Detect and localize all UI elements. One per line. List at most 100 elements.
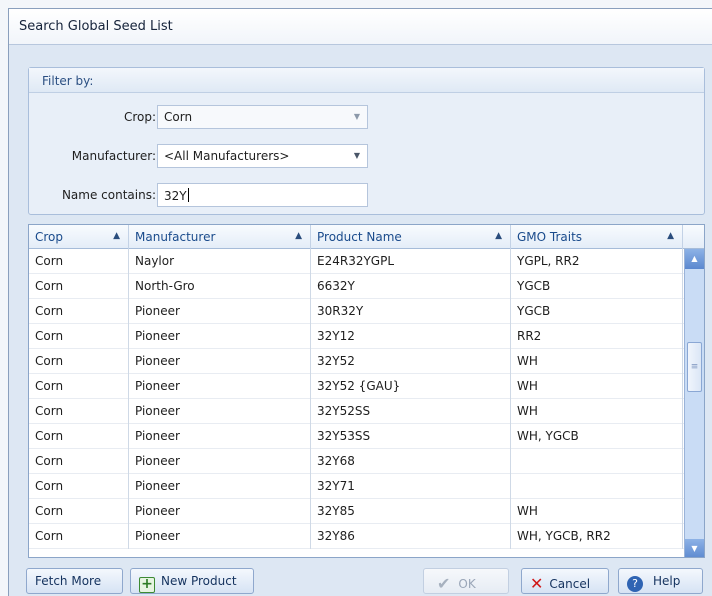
vertical-scrollbar[interactable]: ▲ ≡ ▼ — [684, 249, 704, 557]
cancel-label: Cancel — [549, 577, 591, 591]
manufacturer-select[interactable]: <All Manufacturers> ▼ — [157, 144, 368, 168]
cell-gmo-traits: WH — [511, 499, 683, 524]
cell-crop: Corn — [29, 399, 129, 424]
cell-manufacturer: Pioneer — [129, 424, 311, 449]
table-row[interactable]: Corn Pioneer 32Y86 WH, YGCB, RR2 — [29, 524, 685, 549]
filter-panel: Filter by: Crop: Corn ▼ Manufacturer: <A… — [28, 67, 705, 215]
crop-select[interactable]: Corn ▼ — [157, 105, 368, 129]
search-seed-dialog: Search Global Seed List Filter by: Crop:… — [8, 8, 712, 596]
fetch-more-label: Fetch More — [35, 574, 102, 588]
cell-manufacturer: Pioneer — [129, 374, 311, 399]
column-header-label: Manufacturer — [135, 230, 216, 244]
table-row[interactable]: Corn Pioneer 32Y52 {GAU} WH — [29, 374, 685, 399]
cell-gmo-traits: WH, YGCB — [511, 424, 683, 449]
manufacturer-label: Manufacturer: — [71, 149, 156, 163]
cell-manufacturer: Pioneer — [129, 324, 311, 349]
cell-manufacturer: Naylor — [129, 249, 311, 274]
cell-gmo-traits: YGPL, RR2 — [511, 249, 683, 274]
manufacturer-row: Manufacturer: — [29, 144, 156, 168]
cell-crop: Corn — [29, 524, 129, 549]
grid-header: Crop ▲ Manufacturer ▲ Product Name ▲ GMO… — [29, 225, 704, 249]
cell-manufacturer: Pioneer — [129, 449, 311, 474]
cancel-button[interactable]: ✕ Cancel — [521, 568, 609, 594]
scroll-up-button[interactable]: ▲ — [685, 249, 704, 269]
column-header-gmo-traits[interactable]: GMO Traits ▲ — [511, 225, 683, 249]
sort-ascending-icon: ▲ — [667, 231, 674, 241]
cell-gmo-traits: YGCB — [511, 299, 683, 324]
text-caret — [187, 188, 189, 202]
column-header-product-name[interactable]: Product Name ▲ — [311, 225, 511, 249]
scroll-down-button[interactable]: ▼ — [685, 539, 704, 557]
name-row: Name contains: — [29, 183, 156, 207]
cell-crop: Corn — [29, 499, 129, 524]
cell-crop: Corn — [29, 474, 129, 499]
filter-header: Filter by: — [29, 68, 704, 93]
cell-crop: Corn — [29, 249, 129, 274]
cell-product-name: 32Y85 — [311, 499, 511, 524]
column-header-crop[interactable]: Crop ▲ — [29, 225, 129, 249]
crop-label: Crop: — [123, 110, 156, 124]
cell-product-name: 32Y52 {GAU} — [311, 374, 511, 399]
close-icon: ✕ — [530, 574, 544, 593]
table-row[interactable]: Corn Pioneer 32Y12 RR2 — [29, 324, 685, 349]
cell-gmo-traits: RR2 — [511, 324, 683, 349]
table-row[interactable]: Corn Pioneer 32Y52SS WH — [29, 399, 685, 424]
table-row[interactable]: Corn Pioneer 32Y68 — [29, 449, 685, 474]
table-row[interactable]: Corn Pioneer 30R32Y YGCB — [29, 299, 685, 324]
name-contains-input[interactable]: 32Y — [157, 183, 368, 207]
help-icon: ? — [627, 576, 643, 592]
column-header-label: GMO Traits — [517, 230, 583, 244]
cell-gmo-traits: WH — [511, 349, 683, 374]
cell-product-name: 32Y52 — [311, 349, 511, 374]
ok-button[interactable]: ✔ OK — [423, 568, 509, 594]
table-row[interactable]: Corn North-Gro 6632Y YGCB — [29, 274, 685, 299]
column-header-manufacturer[interactable]: Manufacturer ▲ — [129, 225, 311, 249]
column-header-label: Crop — [35, 230, 64, 244]
fetch-more-button[interactable]: Fetch More — [26, 568, 123, 594]
table-row[interactable]: Corn Pioneer 32Y53SS WH, YGCB — [29, 424, 685, 449]
cell-crop: Corn — [29, 424, 129, 449]
cell-crop: Corn — [29, 299, 129, 324]
scroll-thumb[interactable]: ≡ — [687, 342, 702, 392]
cell-crop: Corn — [29, 374, 129, 399]
help-button[interactable]: ? Help — [618, 568, 703, 594]
sort-ascending-icon: ▲ — [113, 231, 120, 241]
table-row[interactable]: Corn Pioneer 32Y85 WH — [29, 499, 685, 524]
cell-crop: Corn — [29, 274, 129, 299]
dialog-title: Search Global Seed List — [19, 19, 173, 34]
title-bar: Search Global Seed List — [9, 9, 712, 45]
cell-manufacturer: North-Gro — [129, 274, 311, 299]
cell-product-name: 32Y12 — [311, 324, 511, 349]
cell-gmo-traits: YGCB — [511, 274, 683, 299]
cell-product-name: 6632Y — [311, 274, 511, 299]
crop-row: Crop: — [29, 105, 156, 129]
cell-manufacturer: Pioneer — [129, 299, 311, 324]
name-contains-value: 32Y — [164, 189, 187, 203]
crop-select-value: Corn — [164, 110, 193, 124]
table-row[interactable]: Corn Pioneer 32Y52 WH — [29, 349, 685, 374]
checkmark-icon: ✔ — [437, 574, 451, 593]
chevron-down-icon: ▼ — [353, 112, 360, 121]
seed-results-grid: Crop ▲ Manufacturer ▲ Product Name ▲ GMO… — [28, 224, 705, 558]
cell-manufacturer: Pioneer — [129, 474, 311, 499]
add-product-icon: + — [139, 577, 155, 593]
sort-ascending-icon: ▲ — [295, 231, 302, 241]
sort-ascending-icon: ▲ — [495, 231, 502, 241]
cell-gmo-traits: WH, YGCB, RR2 — [511, 524, 683, 549]
cell-product-name: 32Y52SS — [311, 399, 511, 424]
manufacturer-select-value: <All Manufacturers> — [164, 149, 290, 163]
table-row[interactable]: Corn Naylor E24R32YGPL YGPL, RR2 — [29, 249, 685, 274]
cell-product-name: E24R32YGPL — [311, 249, 511, 274]
cell-manufacturer: Pioneer — [129, 499, 311, 524]
cell-crop: Corn — [29, 349, 129, 374]
new-product-button[interactable]: + New Product — [130, 568, 254, 594]
cell-gmo-traits — [511, 449, 683, 474]
cell-manufacturer: Pioneer — [129, 349, 311, 374]
cell-gmo-traits — [511, 474, 683, 499]
table-row[interactable]: Corn Pioneer 32Y71 — [29, 474, 685, 499]
cell-crop: Corn — [29, 324, 129, 349]
cell-crop: Corn — [29, 449, 129, 474]
cell-product-name: 32Y86 — [311, 524, 511, 549]
cell-product-name: 32Y68 — [311, 449, 511, 474]
cell-product-name: 32Y71 — [311, 474, 511, 499]
